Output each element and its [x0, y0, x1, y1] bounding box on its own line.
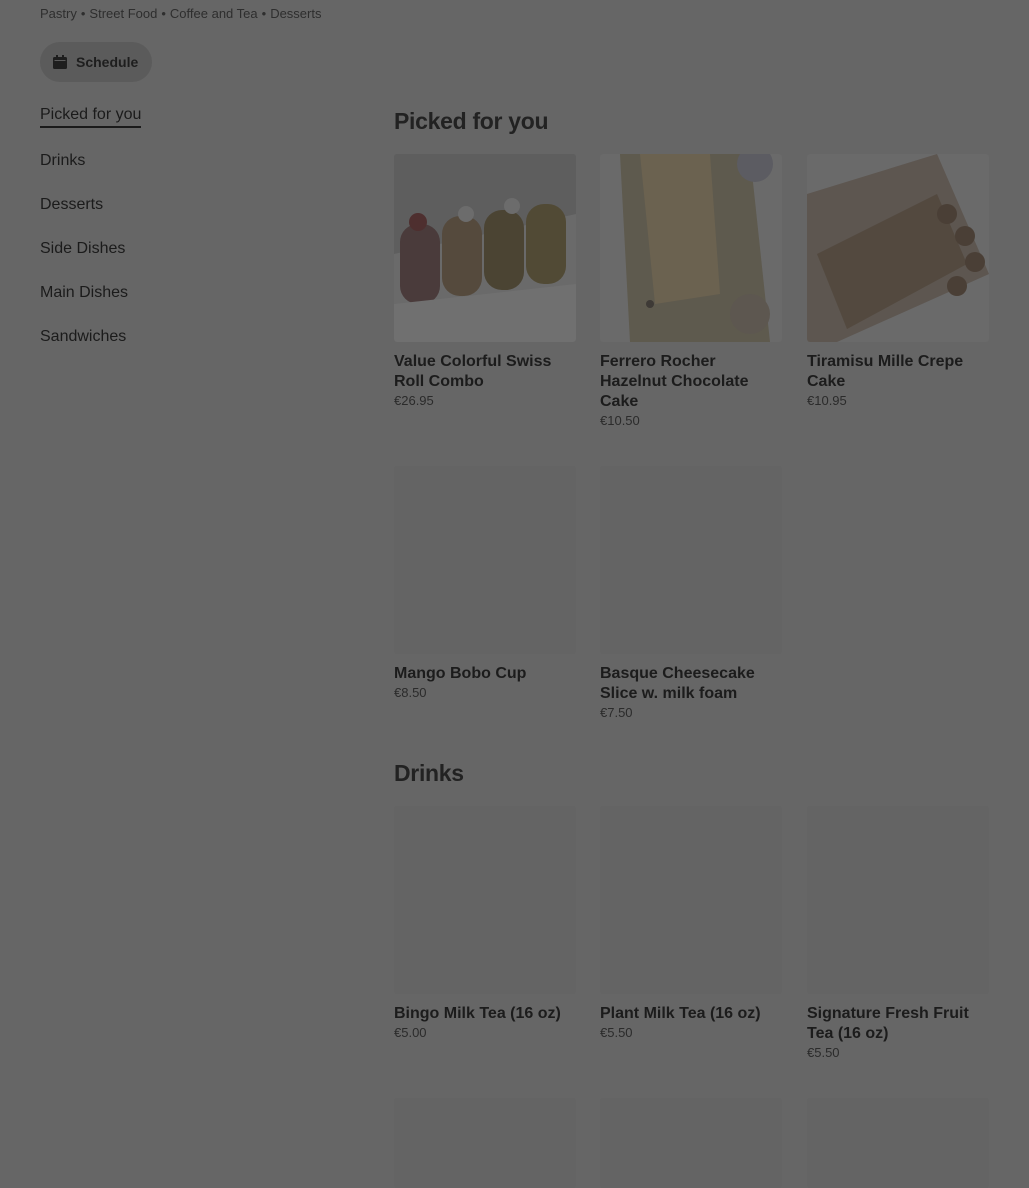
item-image [600, 466, 782, 654]
item-name: Basque Cheesecake Slice w. milk foam [600, 665, 755, 702]
tag: Pastry [40, 6, 77, 21]
item-price: €7.50 [600, 705, 633, 720]
menu-item-card[interactable] [600, 1098, 782, 1188]
store-menu-page: Pastry • Street Food • Coffee and Tea • Desser… [0, 0, 1029, 1188]
section-title-drinks: Drinks [394, 760, 464, 786]
item-price: €5.50 [600, 1025, 633, 1040]
schedule-button[interactable]: Schedule [40, 42, 152, 82]
item-name: Mango Bobo Cup [394, 665, 527, 682]
tag-separator: • [261, 6, 267, 21]
menu-item-card[interactable] [394, 1098, 576, 1188]
sidebar-item-picked-for-you[interactable]: Picked for you [40, 106, 142, 128]
menu-item-card[interactable]: Tiramisu Mille Crepe Cake €10.95 [807, 154, 989, 408]
item-image [394, 806, 576, 994]
item-image [807, 154, 989, 342]
item-image [600, 154, 782, 342]
menu-item-card[interactable] [807, 1098, 989, 1188]
menu-item-card[interactable]: Bingo Milk Tea (16 oz) €5.00 [394, 806, 576, 1040]
menu-item-card[interactable]: Ferrero Rocher Hazelnut Chocolate Cake €… [600, 154, 782, 428]
item-name: Bingo Milk Tea (16 oz) [394, 1005, 561, 1022]
schedule-button-label: Schedule [76, 54, 139, 70]
section-title-picked-for-you: Picked for you [394, 108, 549, 134]
menu-item-card[interactable]: Signature Fresh Fruit Tea (16 oz) €5.50 [807, 806, 989, 1060]
item-name: Tiramisu Mille Crepe Cake [807, 353, 964, 390]
menu-item-card[interactable]: Basque Cheesecake Slice w. milk foam €7.… [600, 466, 782, 720]
tag-separator: • [161, 6, 166, 21]
item-price: €8.50 [394, 685, 427, 700]
item-price: €26.95 [394, 393, 434, 408]
item-name: Value Colorful Swiss Roll Combo [394, 353, 552, 390]
item-image [600, 806, 782, 994]
item-name: Ferrero Rocher Hazelnut Chocolate Cake [600, 353, 749, 410]
store-tags: Pastry • Street Food • Coffee and Tea • Desser… [40, 6, 321, 21]
sidebar-item-desserts[interactable]: Desserts [40, 196, 103, 214]
tag: Coffee and Tea [169, 6, 258, 21]
tag: Desserts [270, 6, 322, 21]
item-image [807, 806, 989, 994]
item-price: €10.95 [807, 393, 847, 408]
sidebar-item-drinks[interactable]: Drinks [40, 152, 85, 170]
item-name: Plant Milk Tea (16 oz) [600, 1005, 761, 1022]
item-price: €5.50 [807, 1045, 840, 1060]
item-price: €10.50 [600, 413, 640, 428]
sidebar-item-sandwiches[interactable]: Sandwiches [40, 328, 126, 346]
tag-separator: • [80, 6, 86, 21]
menu-item-card[interactable]: Value Colorful Swiss Roll Combo €26.95 [394, 154, 576, 408]
sidebar-item-side-dishes[interactable]: Side Dishes [40, 240, 125, 258]
calendar-icon [52, 54, 68, 70]
item-price: €5.00 [394, 1025, 427, 1040]
item-image [600, 1098, 782, 1188]
menu-item-card[interactable]: Mango Bobo Cup €8.50 [394, 466, 576, 700]
item-image [807, 1098, 989, 1188]
item-image [394, 1098, 576, 1188]
tag: Street Food [89, 6, 158, 21]
sidebar-item-main-dishes[interactable]: Main Dishes [40, 284, 128, 302]
item-name: Signature Fresh Fruit Tea (16 oz) [807, 1005, 969, 1042]
item-image [394, 466, 576, 654]
item-image [394, 154, 576, 342]
menu-item-card[interactable]: Plant Milk Tea (16 oz) €5.50 [600, 806, 782, 1040]
